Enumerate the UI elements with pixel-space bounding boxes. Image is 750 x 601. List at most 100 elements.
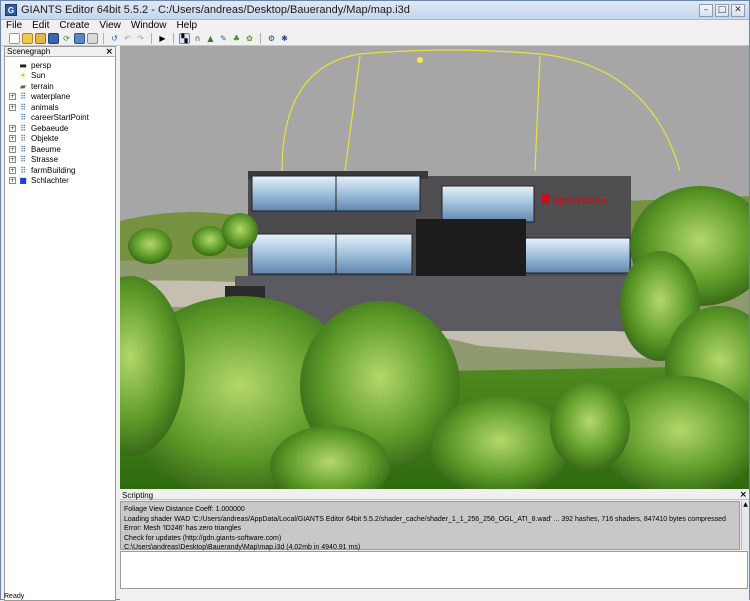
terrain-icon: ▰ [19, 81, 27, 91]
expand-icon[interactable]: + [9, 93, 16, 101]
log-scrollbar[interactable]: ▲ [741, 501, 749, 550]
expand-icon[interactable]: + [9, 156, 16, 164]
scripting-close-button[interactable]: × [739, 491, 747, 500]
scenegraph-panel: Scenegraph × ▬ persp ☀ Sun ▰ terrain + ⠿ waterpl… [4, 46, 116, 601]
scenegraph-item[interactable]: + ⠿ waterplane [5, 92, 115, 103]
scenegraph-title: Scenegraph [7, 47, 51, 56]
log-line: Error: Mesh 'ID246' has zero triangles [124, 525, 242, 532]
toolbar: ⟳ ↺ ↶ ↷ ▶ ▚ ∩ ▲ ✎ ♣ ✿ ⚙ ✱ [1, 32, 749, 46]
select-icon[interactable]: ▚ [179, 33, 190, 44]
scenegraph-item-label: Gebaeude [31, 123, 69, 133]
import-icon[interactable] [35, 33, 46, 44]
maximize-button[interactable]: □ [715, 3, 729, 17]
scenegraph-item[interactable]: + ⠿ Baeume [5, 144, 115, 155]
expand-icon[interactable]: + [9, 135, 16, 143]
scenegraph-item[interactable]: + ⠿ Objekte [5, 134, 115, 145]
render-icon[interactable]: ✱ [279, 33, 290, 44]
menu-help[interactable]: Help [171, 20, 202, 32]
title-bar[interactable]: G GIANTS Editor 64bit 5.5.2 - C:/Users/a… [1, 1, 749, 20]
transform-group-icon: ⠿ [20, 113, 26, 123]
sparkasse-logo [542, 194, 550, 204]
scenegraph-item-label: Baeume [31, 144, 61, 154]
status-text: Ready [4, 593, 25, 600]
viewport-scene[interactable]: Sparkasse [120, 46, 749, 489]
scenegraph-tree: ▬ persp ☀ Sun ▰ terrain + ⠿ waterplane + ⠿ animals ⠿… [5, 57, 115, 186]
script-input[interactable] [120, 551, 748, 589]
menu-bar: File Edit Create View Window Help [1, 20, 749, 32]
shape-icon: ■ [19, 176, 27, 186]
toolbar-separator [173, 33, 174, 44]
light-icon: ☀ [19, 71, 27, 81]
expand-icon[interactable]: + [9, 145, 16, 153]
scenegraph-item-label: Sun [31, 71, 46, 81]
toolbar-separator [260, 33, 261, 44]
scenegraph-close-button[interactable]: × [105, 47, 113, 57]
expand-icon[interactable]: + [9, 124, 16, 132]
transform-group-icon: ⠿ [20, 134, 26, 144]
transform-group-icon: ⠿ [20, 123, 26, 133]
scenegraph-item[interactable]: + ⠿ farmBuilding [5, 165, 115, 176]
scripting-title: Scripting [122, 491, 154, 500]
scenegraph-item-label: Strasse [31, 155, 59, 165]
log-line: Check for updates (http://gdn.giants-sof… [124, 534, 282, 542]
menu-view[interactable]: View [94, 20, 126, 32]
terrain-sculpt-icon[interactable]: ▲ [205, 33, 216, 44]
scenegraph-item[interactable]: ▰ terrain [5, 81, 115, 92]
minimize-button[interactable]: – [699, 3, 713, 17]
move-icon[interactable]: ∩ [192, 33, 203, 44]
scenegraph-item[interactable]: + ⠿ Strasse [5, 155, 115, 166]
expand-icon[interactable]: + [9, 103, 16, 111]
paint-icon[interactable]: ✎ [218, 33, 229, 44]
scenegraph-item-label: careerStartPoint [31, 113, 89, 123]
scenegraph-item[interactable]: + ⠿ Gebaeude [5, 123, 115, 134]
open-icon[interactable] [22, 33, 33, 44]
foliage-icon[interactable]: ♣ [231, 33, 242, 44]
menu-edit[interactable]: Edit [27, 20, 54, 32]
redo-icon[interactable]: ↷ [135, 33, 146, 44]
expand-icon[interactable]: + [9, 177, 16, 185]
reload-icon[interactable]: ⟳ [61, 33, 72, 44]
3d-viewport[interactable]: Sparkasse [120, 46, 749, 489]
menu-file[interactable]: File [1, 20, 27, 32]
log-line: Foliage View Distance Coeff: 1.000000 [124, 506, 245, 513]
scenegraph-item[interactable]: ⠿ careerStartPoint [5, 113, 115, 124]
expand-icon[interactable]: + [9, 166, 16, 174]
window-title: GIANTS Editor 64bit 5.5.2 - C:/Users/and… [21, 4, 410, 16]
menu-window[interactable]: Window [126, 20, 172, 32]
undo-icon[interactable]: ↶ [122, 33, 133, 44]
scenegraph-item-label: terrain [31, 81, 54, 91]
transform-group-icon: ⠿ [20, 165, 26, 175]
clear-icon[interactable]: ↺ [109, 33, 120, 44]
scenegraph-item-label: animals [31, 102, 59, 112]
transform-group-icon: ⠿ [20, 144, 26, 154]
editor-window: G GIANTS Editor 64bit 5.5.2 - C:/Users/a… [0, 0, 750, 601]
export-icon[interactable] [87, 33, 98, 44]
save-icon[interactable] [48, 33, 59, 44]
settings-icon[interactable]: ⚙ [266, 33, 277, 44]
scenegraph-item[interactable]: ▬ persp [5, 60, 115, 71]
scenegraph-item-label: farmBuilding [31, 165, 76, 175]
play-icon[interactable]: ▶ [157, 33, 168, 44]
script-log[interactable]: Foliage View Distance Coeff: 1.000000 Loa… [120, 501, 740, 551]
scenegraph-item[interactable]: + ■ Schlachter [5, 176, 115, 187]
camera-icon: ▬ [19, 60, 27, 70]
app-icon: G [5, 4, 17, 16]
close-button[interactable]: ✕ [731, 3, 745, 17]
transform-group-icon: ⠿ [20, 102, 26, 112]
scenegraph-item[interactable]: + ⠿ animals [5, 102, 115, 113]
transform-group-icon: ⠿ [20, 155, 26, 165]
scenegraph-item[interactable]: ☀ Sun [5, 71, 115, 82]
log-line: Loading shader WAD 'C:/Users/andreas/App… [124, 515, 726, 523]
new-icon[interactable] [9, 33, 20, 44]
decal-icon[interactable]: ✿ [244, 33, 255, 44]
transform-group-icon: ⠿ [20, 92, 26, 102]
scenegraph-item-label: Schlachter [31, 176, 69, 186]
scenegraph-item-label: persp [31, 60, 52, 70]
save-as-icon[interactable] [74, 33, 85, 44]
menu-create[interactable]: Create [54, 20, 94, 32]
sparkasse-sign: Sparkasse [552, 195, 607, 207]
